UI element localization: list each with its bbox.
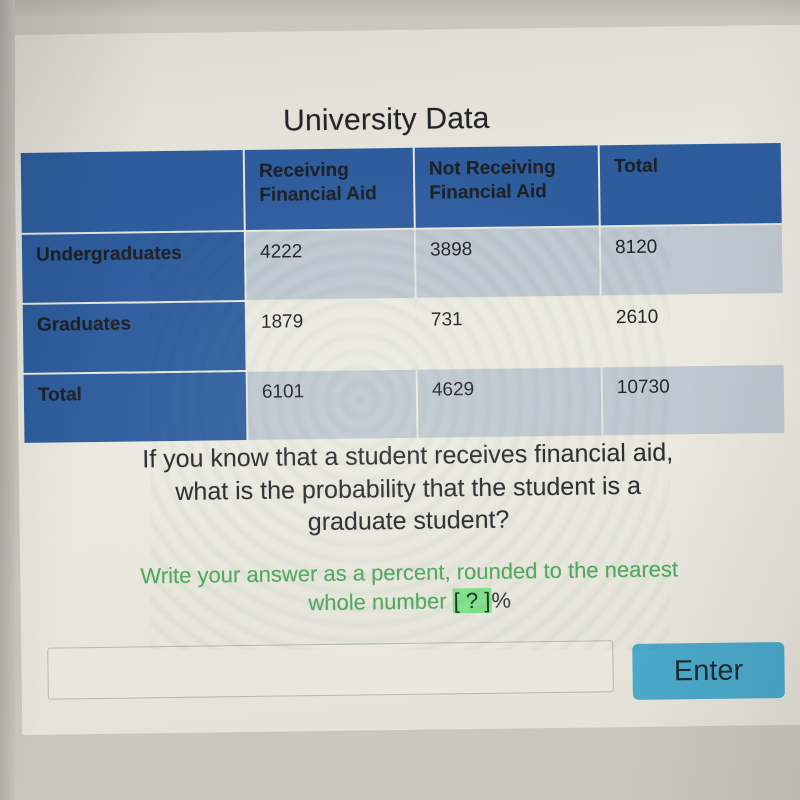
- question-line-3: graduate student?: [307, 505, 510, 537]
- instruction-text: Write your answer as a percent, rounded …: [52, 553, 767, 621]
- cell-undergraduates-total: 8120: [600, 224, 783, 296]
- instruction-line-2-prefix: whole number: [308, 588, 447, 616]
- cell-undergraduates-receiving: 4222: [245, 229, 415, 300]
- table-row: Graduates 1879 731 2610: [22, 294, 784, 373]
- percent-sign: %: [491, 587, 512, 614]
- header-not-receiving-line2: Financial Aid: [429, 181, 547, 204]
- cell-graduates-total: 2610: [601, 294, 784, 366]
- header-cell-not-receiving: Not Receiving Financial Aid: [414, 145, 599, 228]
- header-receiving-line1: Receiving: [258, 159, 349, 182]
- cell-undergraduates-not-receiving: 3898: [415, 227, 600, 298]
- cell-total-total: 10730: [602, 364, 785, 436]
- cell-total-not-receiving: 4629: [417, 367, 602, 438]
- question-line-1: If you know that a student receives fina…: [142, 438, 674, 474]
- question-text: If you know that a student receives fina…: [43, 435, 774, 542]
- header-not-receiving-line1: Not Receiving: [428, 156, 556, 180]
- page-title: University Data: [282, 101, 490, 138]
- question-line-2: what is the probability that the student…: [175, 471, 642, 506]
- table-row: Undergraduates 4222 3898 8120: [21, 224, 783, 303]
- top-bezel: [0, 0, 800, 16]
- instruction-line-1: Write your answer as a percent, rounded …: [140, 556, 679, 589]
- answer-blank-placeholder: [ ? ]: [452, 588, 492, 614]
- cell-graduates-receiving: 1879: [246, 299, 416, 370]
- cell-total-receiving: 6101: [247, 369, 417, 440]
- cell-graduates-not-receiving: 731: [416, 297, 601, 368]
- left-bezel: [0, 0, 15, 800]
- screen-photo: University Data Receiving Financial Aid …: [0, 0, 800, 800]
- row-label-undergraduates: Undergraduates: [21, 232, 245, 303]
- header-receiving-line2: Financial Aid: [259, 183, 377, 207]
- answer-row: Enter: [47, 638, 785, 710]
- row-label-graduates: Graduates: [22, 302, 246, 373]
- university-data-table: Receiving Financial Aid Not Receiving Fi…: [19, 141, 787, 445]
- worksheet: University Data Receiving Financial Aid …: [0, 0, 800, 800]
- enter-button[interactable]: Enter: [632, 641, 785, 700]
- table-header-row: Receiving Financial Aid Not Receiving Fi…: [20, 142, 782, 233]
- table-row: Total 6101 4629 10730: [23, 364, 785, 443]
- header-cell-receiving: Receiving Financial Aid: [244, 147, 414, 231]
- header-cell-total: Total: [599, 142, 782, 226]
- header-cell-blank: [20, 150, 244, 233]
- row-label-total: Total: [23, 372, 247, 443]
- answer-input[interactable]: [47, 640, 614, 700]
